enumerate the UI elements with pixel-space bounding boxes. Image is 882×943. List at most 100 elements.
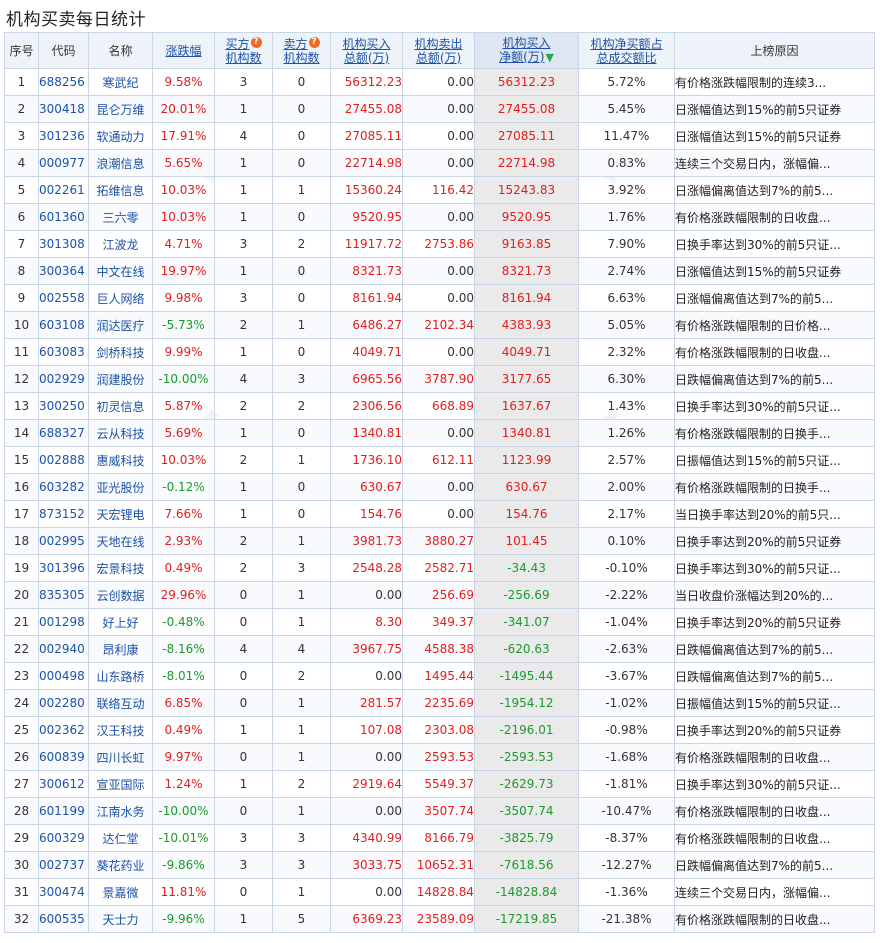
cell-buyers: 0 — [214, 743, 273, 771]
col-header-ratio-label-2[interactable]: 总成交额比 — [596, 51, 656, 65]
col-header-sell-total[interactable]: 机构卖出 总额(万) — [402, 32, 475, 69]
stock-code-link[interactable]: 835305 — [38, 581, 89, 609]
col-header-sellers-label-2[interactable]: 机构数 — [283, 51, 319, 65]
stock-name-link[interactable]: 云从科技 — [88, 419, 153, 447]
cell-sellers: 0 — [272, 419, 331, 447]
stock-name-link[interactable]: 江南水务 — [88, 797, 153, 825]
stock-code-link[interactable]: 301308 — [38, 230, 89, 258]
stock-code-link[interactable]: 002558 — [38, 284, 89, 312]
stock-name-link[interactable]: 云创数据 — [88, 581, 153, 609]
col-header-buy-total-label-2[interactable]: 总额(万) — [344, 51, 389, 65]
stock-code-link[interactable]: 300474 — [38, 878, 89, 906]
stock-code-link[interactable]: 301236 — [38, 122, 89, 150]
cell-seq: 24 — [4, 689, 39, 717]
stock-name-link[interactable]: 天宏锂电 — [88, 500, 153, 528]
stock-name-link[interactable]: 寒武纪 — [88, 68, 153, 96]
col-header-net-buy-label-2[interactable]: 净额(万) — [499, 50, 544, 64]
col-header-sellers-label-1[interactable]: 卖方 — [283, 37, 307, 51]
cell-change: -8.01% — [152, 662, 215, 690]
help-icon[interactable]: ? — [308, 36, 320, 48]
col-header-sellers[interactable]: 卖方? 机构数 — [272, 32, 331, 69]
stock-name-link[interactable]: 宏景科技 — [88, 554, 153, 582]
col-header-ratio-label-1[interactable]: 机构净买额占 — [590, 37, 662, 51]
stock-name-link[interactable]: 四川长虹 — [88, 743, 153, 771]
cell-reason: 连续三个交易日内，涨幅偏... — [674, 878, 875, 906]
sort-down-icon[interactable]: ▼ — [545, 51, 553, 64]
stock-name-link[interactable]: 天士力 — [88, 905, 153, 933]
col-header-sell-total-label-2[interactable]: 总额(万) — [416, 51, 461, 65]
col-header-net-buy[interactable]: 机构买入 净额(万)▼ — [474, 32, 579, 69]
stock-code-link[interactable]: 002995 — [38, 527, 89, 555]
stock-name-link[interactable]: 亚光股份 — [88, 473, 153, 501]
col-header-ratio[interactable]: 机构净买额占 总成交额比 — [578, 32, 675, 69]
stock-name-link[interactable]: 浪潮信息 — [88, 149, 153, 177]
stock-name-link[interactable]: 昂利康 — [88, 635, 153, 663]
cell-seq: 32 — [4, 905, 39, 933]
cell-seq: 8 — [4, 257, 39, 285]
stock-name-link[interactable]: 润建股份 — [88, 365, 153, 393]
stock-name-link[interactable]: 拓维信息 — [88, 176, 153, 204]
cell-sellers: 3 — [272, 554, 331, 582]
help-icon[interactable]: ? — [250, 36, 262, 48]
stock-code-link[interactable]: 000977 — [38, 149, 89, 177]
stock-code-link[interactable]: 601360 — [38, 203, 89, 231]
stock-code-link[interactable]: 603282 — [38, 473, 89, 501]
stock-name-link[interactable]: 润达医疗 — [88, 311, 153, 339]
stock-name-link[interactable]: 葵花药业 — [88, 851, 153, 879]
stock-code-link[interactable]: 600329 — [38, 824, 89, 852]
stock-name-link[interactable]: 景嘉微 — [88, 878, 153, 906]
stock-code-link[interactable]: 603083 — [38, 338, 89, 366]
stock-code-link[interactable]: 002261 — [38, 176, 89, 204]
stock-code-link[interactable]: 300612 — [38, 770, 89, 798]
stock-name-link[interactable]: 剑桥科技 — [88, 338, 153, 366]
stock-code-link[interactable]: 002362 — [38, 716, 89, 744]
stock-name-link[interactable]: 昆仑万维 — [88, 95, 153, 123]
stock-code-link[interactable]: 300418 — [38, 95, 89, 123]
stock-name-link[interactable]: 天地在线 — [88, 527, 153, 555]
stock-code-link[interactable]: 000498 — [38, 662, 89, 690]
cell-sell-total: 14828.84 — [402, 878, 475, 906]
stock-code-link[interactable]: 301396 — [38, 554, 89, 582]
stock-name-link[interactable]: 巨人网络 — [88, 284, 153, 312]
col-header-net-buy-label-1[interactable]: 机构买入 — [502, 36, 550, 50]
col-header-buy-total-label-1[interactable]: 机构买入 — [342, 37, 390, 51]
stock-code-link[interactable]: 002737 — [38, 851, 89, 879]
stock-name-link[interactable]: 惠威科技 — [88, 446, 153, 474]
stock-code-link[interactable]: 688256 — [38, 68, 89, 96]
cell-change: 0.49% — [152, 554, 215, 582]
stock-name-link[interactable]: 江波龙 — [88, 230, 153, 258]
stock-name-link[interactable]: 好上好 — [88, 608, 153, 636]
stock-code-link[interactable]: 873152 — [38, 500, 89, 528]
col-header-buyers-label-1[interactable]: 买方 — [225, 37, 249, 51]
col-header-buy-total[interactable]: 机构买入 总额(万) — [330, 32, 403, 69]
stock-name-link[interactable]: 汉王科技 — [88, 716, 153, 744]
stock-code-link[interactable]: 002888 — [38, 446, 89, 474]
stock-name-link[interactable]: 联络互动 — [88, 689, 153, 717]
col-header-buyers[interactable]: 买方? 机构数 — [214, 32, 273, 69]
stock-name-link[interactable]: 初灵信息 — [88, 392, 153, 420]
col-header-change-label[interactable]: 涨跌幅 — [165, 44, 201, 58]
stock-code-link[interactable]: 001298 — [38, 608, 89, 636]
stock-name-link[interactable]: 宣亚国际 — [88, 770, 153, 798]
stock-code-link[interactable]: 601199 — [38, 797, 89, 825]
stock-code-link[interactable]: 002280 — [38, 689, 89, 717]
stock-code-link[interactable]: 600839 — [38, 743, 89, 771]
stock-code-link[interactable]: 300250 — [38, 392, 89, 420]
cell-sellers: 0 — [272, 338, 331, 366]
col-header-change[interactable]: 涨跌幅 — [152, 32, 215, 69]
stock-name-link[interactable]: 三六零 — [88, 203, 153, 231]
stock-code-link[interactable]: 600535 — [38, 905, 89, 933]
col-header-buyers-label-2[interactable]: 机构数 — [225, 51, 261, 65]
stock-code-link[interactable]: 002929 — [38, 365, 89, 393]
stock-code-link[interactable]: 688327 — [38, 419, 89, 447]
stock-name-link[interactable]: 山东路桥 — [88, 662, 153, 690]
stock-name-link[interactable]: 达仁堂 — [88, 824, 153, 852]
stock-code-link[interactable]: 002940 — [38, 635, 89, 663]
cell-reason: 连续三个交易日内，涨幅偏... — [674, 149, 875, 177]
cell-buy-total: 107.08 — [330, 716, 403, 744]
col-header-sell-total-label-1[interactable]: 机构卖出 — [414, 37, 462, 51]
stock-code-link[interactable]: 603108 — [38, 311, 89, 339]
stock-name-link[interactable]: 中文在线 — [88, 257, 153, 285]
stock-name-link[interactable]: 软通动力 — [88, 122, 153, 150]
stock-code-link[interactable]: 300364 — [38, 257, 89, 285]
